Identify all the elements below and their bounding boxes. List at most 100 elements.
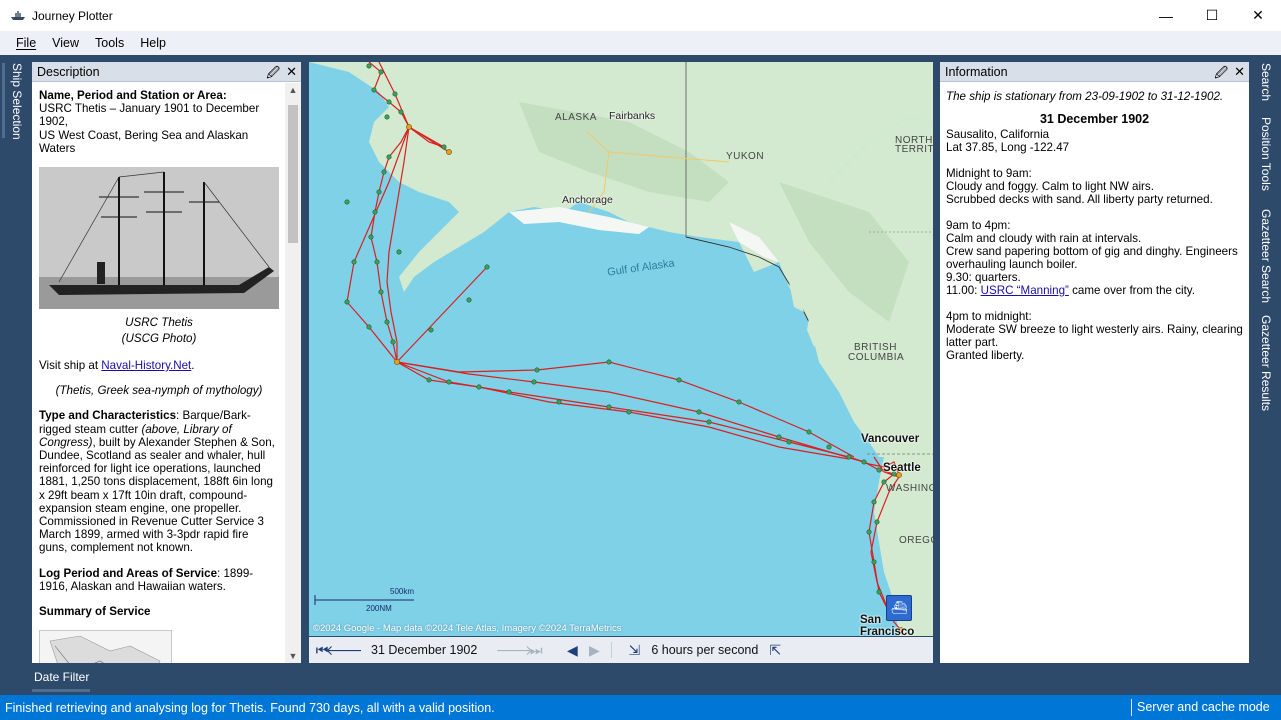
naval-history-link[interactable]: Naval-History.Net	[101, 359, 191, 372]
label-alaska: ALASKA	[555, 112, 597, 123]
label-vancouver: Vancouver	[861, 433, 920, 445]
right-dock-rail: Search Position Tools Gazetteer Search G…	[1252, 55, 1281, 695]
label-territories: TERRITO	[895, 144, 933, 155]
menu-view[interactable]: View	[44, 36, 87, 50]
maximize-button[interactable]: ☐	[1189, 0, 1235, 31]
close-button[interactable]: ✕	[1235, 0, 1281, 31]
scroll-up-icon[interactable]: ▲	[285, 85, 301, 95]
description-scrollbar[interactable]: ▲ ▼	[285, 83, 301, 663]
label-seattle: Seattle	[883, 462, 921, 474]
tab-search[interactable]: Search	[1259, 63, 1273, 101]
title-bar: Journey Plotter — ☐ ✕	[0, 0, 1281, 31]
desc-line: USRC Thetis – January 1901 to December 1…	[39, 102, 260, 129]
current-date: 31 December 1902	[371, 643, 478, 657]
active-tab-marker	[2, 63, 5, 138]
scale-nm-label: 200NM	[366, 604, 392, 613]
left-dock-rail: Ship Selection	[0, 55, 30, 695]
log-latlong: Lat 37.85, Long -122.47	[946, 141, 1070, 154]
play-reverse-icon[interactable]: ◀	[561, 642, 583, 659]
myth-note: (Thetis, Greek sea-nymph of mythology)	[55, 384, 263, 398]
tab-position-tools[interactable]: Position Tools	[1259, 117, 1273, 191]
caption-line: (USCG Photo)	[121, 332, 197, 346]
slower-icon[interactable]: ⇲	[623, 642, 645, 659]
label-fairbanks: Fairbanks	[609, 110, 656, 122]
status-message: Finished retrieving and analysing log fo…	[5, 700, 495, 715]
visit-line: Visit ship at Naval-History.Net.	[39, 359, 279, 372]
menu-tools[interactable]: Tools	[87, 36, 132, 50]
last-record-icon[interactable]: ⏭	[525, 642, 547, 659]
label-columbia: COLUMBIA	[848, 352, 905, 363]
log-paragraph: Log Period and Areas of Service: 1899-19…	[39, 567, 279, 593]
tab-gazetteer-search[interactable]: Gazetteer Search	[1259, 209, 1273, 303]
description-header: Description 🖉 ✕	[32, 62, 301, 82]
map-canvas	[309, 62, 933, 636]
status-mode: Server and cache mode	[1137, 700, 1270, 714]
log-heading: Log Period and Areas of Service	[39, 566, 218, 580]
log-entry-line: Scrubbed decks with sand. All liberty pa…	[946, 193, 1213, 206]
information-content: The ship is stationary from 23-09-1902 t…	[940, 83, 1249, 663]
photo-caption: USRC Thetis (USCG Photo)	[39, 315, 279, 347]
play-forward-icon[interactable]: ▶	[583, 642, 605, 659]
log-entry-line: Crew sand papering bottom of gig and din…	[946, 245, 1238, 271]
map-scale-bar: 500km 200NM	[314, 587, 414, 618]
type-text: , built by Alexander Stephen & Son, Dund…	[39, 435, 275, 555]
status-bar: Finished retrieving and analysing log fo…	[0, 695, 1281, 720]
label-anchorage: Anchorage	[562, 194, 613, 206]
ship-photo	[39, 167, 279, 310]
label-oregon: OREGO	[899, 535, 933, 546]
log-place: Sausalito, California	[946, 128, 1050, 141]
map-credits: ©2024 Google - Map data ©2024 Tele Atlas…	[313, 623, 622, 634]
panel-title: Information	[945, 64, 1008, 79]
scroll-thumb[interactable]	[288, 105, 298, 243]
log-entry-line: Cloudy and foggy. Calm to light NW airs.	[946, 180, 1154, 193]
desc-line: US West Coast, Bering Sea and Alaskan Wa…	[39, 128, 249, 155]
log-entry-line: Granted liberty.	[946, 349, 1025, 362]
menu-bar: File View Tools Help	[0, 31, 1281, 55]
map-view[interactable]: ALASKA Fairbanks YUKON NORTH TERRITO Anc…	[309, 62, 933, 636]
window-title: Journey Plotter	[32, 8, 113, 23]
playback-speed: 6 hours per second	[651, 643, 759, 657]
log-prefix: 11.00:	[946, 284, 981, 297]
heading-name-period: Name, Period and Station or Area	[39, 89, 223, 102]
tab-ship-selection[interactable]: Ship Selection	[10, 63, 24, 140]
scroll-down-icon[interactable]: ▼	[285, 651, 301, 661]
faster-icon[interactable]: ⇱	[764, 642, 786, 659]
log-suffix: came over from the city.	[1068, 284, 1195, 297]
description-content: Name, Period and Station or Area: USRC T…	[32, 83, 285, 663]
tab-gazetteer-results[interactable]: Gazetteer Results	[1259, 315, 1273, 411]
map-playback-toolbar: ⏮ 🡐 31 December 1902 🡒 ⏭ ◀ ▶ ⇲ 6 hours p…	[309, 637, 933, 663]
type-paragraph: Type and Characteristics: Barque/Bark-ri…	[39, 409, 279, 554]
stationary-note: The ship is stationary from 23-09-1902 t…	[946, 90, 1224, 103]
forward-arrow-icon[interactable]: 🡒	[496, 642, 534, 659]
date-filter-marker	[32, 689, 90, 692]
minimize-button[interactable]: —	[1143, 0, 1189, 31]
log-entry-title: 4pm to midnight:	[946, 310, 1032, 323]
log-entry-line: 11.00: USRC “Manning” came over from the…	[946, 284, 1243, 297]
status-separator	[1131, 699, 1132, 716]
log-date: 31 December 1902	[1039, 112, 1150, 126]
ship-position-icon[interactable]: ⛴	[886, 595, 912, 621]
caption-line: USRC Thetis	[125, 316, 193, 330]
log-entry-line: 9.30: quarters.	[946, 271, 1021, 284]
log-entry-title: Midnight to 9am:	[946, 167, 1032, 180]
summary-heading: Summary of Service	[39, 605, 151, 619]
service-map-thumbnail	[39, 630, 172, 663]
label-yukon: YUKON	[726, 151, 765, 162]
label-washington: WASHING	[886, 483, 933, 494]
tab-date-filter[interactable]: Date Filter	[30, 666, 89, 688]
manning-link[interactable]: USRC “Manning”	[981, 284, 1069, 297]
description-panel: Description 🖉 ✕ Name, Period and Station…	[32, 62, 301, 663]
menu-file[interactable]: File	[8, 36, 44, 50]
ship-app-icon	[11, 10, 25, 20]
type-heading: Type and Characteristics	[39, 409, 177, 423]
visit-suffix: .	[191, 359, 195, 373]
menu-help[interactable]: Help	[132, 36, 174, 50]
information-panel: Information 🖉 ✕ The ship is stationary f…	[940, 62, 1249, 663]
visit-prefix: Visit ship at	[39, 359, 102, 373]
information-header: Information 🖉 ✕	[940, 62, 1249, 82]
back-arrow-icon[interactable]: 🡐	[325, 642, 363, 659]
panel-title: Description	[37, 64, 100, 79]
log-entry-title: 9am to 4pm:	[946, 219, 1011, 232]
log-entry-line: Calm and cloudy with rain at intervals.	[946, 232, 1142, 245]
log-entry-line: Moderate SW breeze to light westerly air…	[946, 323, 1243, 349]
